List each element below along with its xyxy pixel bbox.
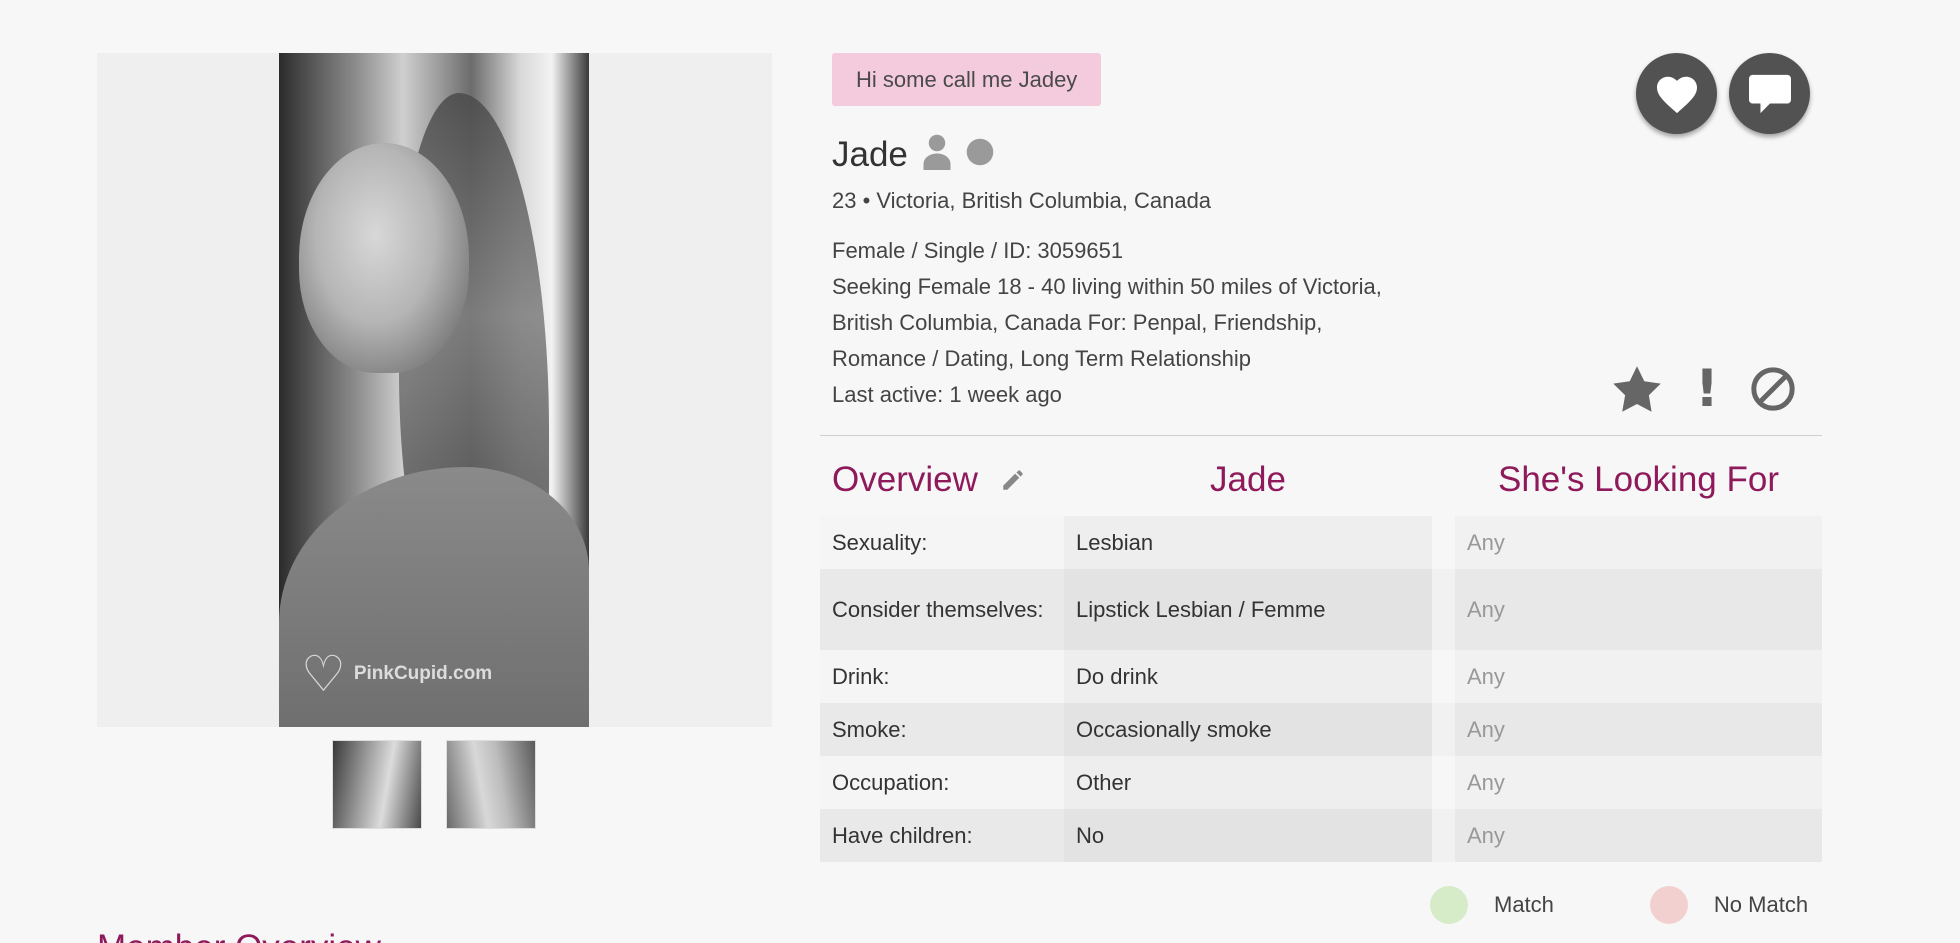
row-label: Occupation: [832, 769, 950, 795]
photo-thumbnails [332, 740, 536, 829]
row-value: Lesbian [1064, 516, 1432, 569]
pencil-icon [1003, 470, 1023, 490]
match-legend: Match No Match [1430, 886, 1808, 924]
details-line: Romance / Dating, Long Term Relationship [832, 346, 1252, 371]
photo-thumbnail[interactable] [446, 740, 536, 829]
row-label: Drink: [832, 663, 890, 689]
row-value: Occasionally smoke [1064, 703, 1432, 756]
block-button[interactable] [1750, 364, 1796, 414]
photo-face-shape [299, 143, 469, 373]
profile-tagline: Hi some call me Jadey [832, 53, 1102, 106]
table-row: Smoke: Occasionally smoke Any [820, 703, 1822, 756]
favorite-button[interactable] [1612, 364, 1662, 414]
row-value: No [1064, 809, 1432, 862]
column-gap [1432, 809, 1455, 862]
section-divider [820, 435, 1822, 436]
row-seeking: Any [1455, 650, 1822, 703]
chat-bubble-icon [1748, 74, 1791, 113]
watermark-text: PinkCupid.com [353, 663, 493, 684]
overview-table: Sexuality: Lesbian Any Consider themselv… [820, 516, 1822, 862]
no-match-label: No Match [1713, 892, 1809, 917]
main-profile-photo[interactable]: ♡ PinkCupid.com [279, 53, 589, 727]
watermark-heart-icon: ♡ [301, 646, 346, 702]
exclamation-icon: ! [1695, 359, 1719, 419]
profile-actions: ! [1612, 359, 1796, 419]
watermark: ♡ PinkCupid.com [301, 649, 492, 699]
match-label: Match [1494, 892, 1554, 917]
row-label: Have children: [832, 822, 973, 848]
edit-button[interactable] [1000, 467, 1026, 493]
seeking-column-heading: She's Looking For [1497, 460, 1779, 499]
photo-thumbnail[interactable] [332, 740, 422, 829]
column-gap [1432, 569, 1455, 650]
row-value: Lipstick Lesbian / Femme [1064, 569, 1432, 650]
row-seeking: Any [1455, 756, 1822, 809]
row-label: Smoke: [832, 716, 907, 742]
row-value: Other [1064, 756, 1432, 809]
row-seeking: Any [1455, 703, 1822, 756]
row-seeking: Any [1455, 809, 1822, 862]
row-value: Do drink [1064, 650, 1432, 703]
column-gap [1432, 703, 1455, 756]
heart-icon [1656, 76, 1697, 113]
match-dot [1430, 886, 1468, 924]
table-row: Have children: No Any [820, 809, 1822, 862]
profile-details: Female / Single / ID: 3059651 Seeking Fe… [832, 233, 1452, 413]
photo-panel: ♡ PinkCupid.com [97, 53, 772, 727]
details-line: Seeking Female 18 - 40 living within 50 … [832, 274, 1382, 299]
table-row: Drink: Do drink Any [820, 650, 1822, 703]
circle-icon [966, 138, 994, 171]
row-seeking: Any [1455, 516, 1822, 569]
overview-heading: Overview [832, 460, 1026, 500]
like-button[interactable] [1636, 53, 1717, 134]
member-column-heading: Jade [1210, 460, 1286, 499]
no-match-dot [1649, 886, 1688, 924]
table-row: Occupation: Other Any [820, 756, 1822, 809]
details-line: British Columbia, Canada For: Penpal, Fr… [832, 310, 1323, 335]
overview-title: Overview [832, 460, 978, 499]
column-gap [1432, 650, 1455, 703]
member-overview-heading: Member Overview [97, 928, 381, 943]
row-seeking: Any [1455, 569, 1822, 650]
column-gap [1432, 756, 1455, 809]
details-line: Female / Single / ID: 3059651 [832, 238, 1124, 263]
row-label: Consider themselves: [832, 596, 1044, 622]
star-icon [1613, 366, 1661, 412]
profile-name: Jade [832, 134, 908, 174]
name-row: Jade [832, 134, 994, 175]
table-row: Sexuality: Lesbian Any [820, 516, 1822, 569]
profile-location: 23 • Victoria, British Columbia, Canada [832, 188, 1212, 213]
block-icon [1751, 367, 1795, 411]
last-active: Last active: 1 week ago [832, 382, 1062, 407]
message-button[interactable] [1729, 53, 1810, 134]
column-gap [1432, 516, 1455, 569]
table-row: Consider themselves: Lipstick Lesbian / … [820, 569, 1822, 650]
row-label: Sexuality: [832, 529, 928, 555]
person-icon [922, 134, 952, 175]
report-button[interactable]: ! [1682, 359, 1732, 419]
